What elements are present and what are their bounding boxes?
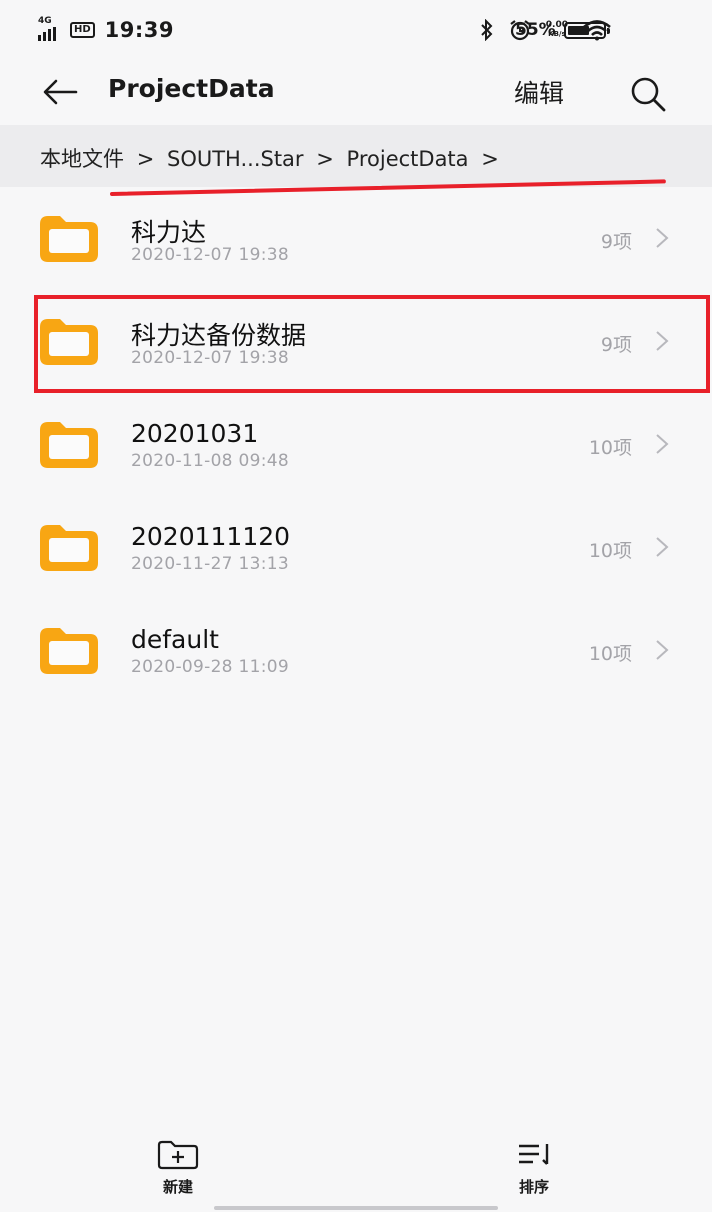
breadcrumb-separator: > bbox=[136, 147, 155, 171]
back-button[interactable] bbox=[40, 72, 86, 112]
arrow-left-icon bbox=[43, 79, 78, 105]
folder-row[interactable]: default 2020-09-28 11:09 10项 bbox=[0, 599, 712, 701]
battery-percent: 55% bbox=[515, 20, 556, 40]
folder-item-count: 10项 bbox=[588, 437, 632, 459]
edit-button[interactable]: 编辑 bbox=[514, 74, 564, 110]
sort-label: 排序 bbox=[518, 1178, 549, 1196]
breadcrumb-item-projectdata[interactable]: ProjectData bbox=[347, 147, 469, 171]
folder-icon bbox=[40, 525, 98, 571]
breadcrumb-item-south-star[interactable]: SOUTH...Star bbox=[167, 147, 304, 171]
breadcrumb-bar: 本地文件 > SOUTH...Star > ProjectData > bbox=[0, 125, 712, 187]
breadcrumb-separator: > bbox=[481, 147, 499, 171]
folder-item-count: 10项 bbox=[588, 643, 632, 665]
home-indicator[interactable] bbox=[214, 1206, 498, 1210]
folder-icon bbox=[40, 216, 98, 262]
folder-name: 2020111120 bbox=[131, 522, 291, 551]
annotation-highlight-box bbox=[34, 295, 710, 393]
folder-item-count: 9项 bbox=[600, 231, 632, 253]
folder-name: 20201031 bbox=[131, 419, 259, 448]
sort-icon bbox=[519, 1144, 549, 1165]
breadcrumb-separator: > bbox=[316, 147, 334, 171]
hd-icon: HD bbox=[70, 22, 95, 38]
folder-date: 2020-12-07 19:38 bbox=[131, 245, 289, 265]
search-button[interactable] bbox=[626, 72, 670, 116]
folder-icon bbox=[40, 422, 98, 468]
bottom-toolbar: 新建 排序 bbox=[0, 1130, 712, 1212]
sort-button[interactable]: 排序 bbox=[504, 1140, 564, 1197]
folder-row[interactable]: 20201031 2020-11-08 09:48 10项 bbox=[0, 393, 712, 495]
new-folder-label: 新建 bbox=[162, 1178, 193, 1196]
folder-name: 科力达 bbox=[131, 218, 207, 247]
page-title: ProjectData bbox=[108, 74, 275, 103]
chevron-right-icon bbox=[656, 640, 669, 660]
status-bar: 4G HD 19:39 0.00 KB/s 55% bbox=[0, 0, 712, 62]
status-left: 4G HD 19:39 bbox=[38, 16, 175, 42]
new-folder-button[interactable]: 新建 bbox=[148, 1140, 208, 1197]
signal-icon: 4G bbox=[38, 16, 60, 41]
folder-row[interactable]: 科力达 2020-12-07 19:38 9项 bbox=[0, 187, 712, 289]
battery-icon bbox=[564, 22, 610, 39]
chevron-right-icon bbox=[656, 434, 669, 454]
app-bar: ProjectData 编辑 bbox=[0, 62, 712, 124]
folder-date: 2020-11-08 09:48 bbox=[131, 451, 289, 471]
new-folder-icon bbox=[157, 1140, 199, 1170]
bluetooth-icon bbox=[481, 19, 493, 41]
breadcrumb-item-local-files[interactable]: 本地文件 bbox=[40, 147, 124, 171]
folder-name: default bbox=[131, 625, 219, 654]
folder-item-count: 10项 bbox=[588, 540, 632, 562]
folder-date: 2020-11-27 13:13 bbox=[131, 554, 289, 574]
network-type: 4G bbox=[38, 16, 52, 26]
search-icon bbox=[631, 77, 666, 112]
folder-date: 2020-09-28 11:09 bbox=[131, 657, 289, 677]
folder-icon bbox=[40, 628, 98, 674]
chevron-right-icon bbox=[656, 537, 669, 557]
folder-row[interactable]: 2020111120 2020-11-27 13:13 10项 bbox=[0, 496, 712, 598]
status-time: 19:39 bbox=[104, 18, 175, 42]
breadcrumb: 本地文件 > SOUTH...Star > ProjectData > bbox=[40, 143, 505, 173]
chevron-right-icon bbox=[656, 228, 669, 248]
